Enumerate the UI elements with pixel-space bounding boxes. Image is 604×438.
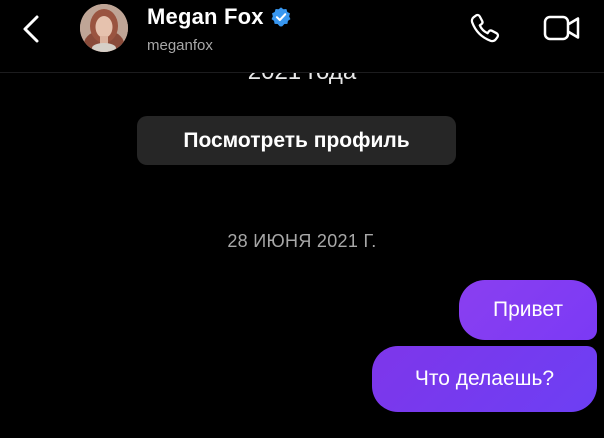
- message-text: Привет: [492, 298, 564, 321]
- contact-name-text: Megan Fox: [147, 4, 264, 29]
- message-bubble[interactable]: Привет: [459, 280, 597, 340]
- avatar-image: [80, 4, 128, 52]
- avatar[interactable]: [80, 4, 128, 52]
- contact-username: meganfox: [147, 37, 213, 54]
- view-profile-button[interactable]: Посмотреть профиль: [137, 116, 456, 165]
- chat-screen: 2021 года Megan Fox meganfox: [0, 0, 604, 438]
- contact-name[interactable]: Megan Fox: [147, 4, 292, 30]
- voice-call-button[interactable]: [465, 8, 505, 48]
- chat-header: Megan Fox meganfox: [0, 0, 604, 73]
- date-separator: 28 ИЮНЯ 2021 Г.: [227, 231, 377, 251]
- chevron-left-icon: [23, 15, 39, 43]
- verified-badge-icon: [271, 7, 291, 27]
- message-bubble[interactable]: Что делаешь?: [372, 346, 597, 412]
- message-text: Что делаешь?: [414, 367, 555, 390]
- video-camera-icon: [543, 15, 580, 41]
- phone-icon: [470, 13, 500, 43]
- back-button[interactable]: [14, 12, 48, 46]
- video-call-button[interactable]: [540, 8, 584, 48]
